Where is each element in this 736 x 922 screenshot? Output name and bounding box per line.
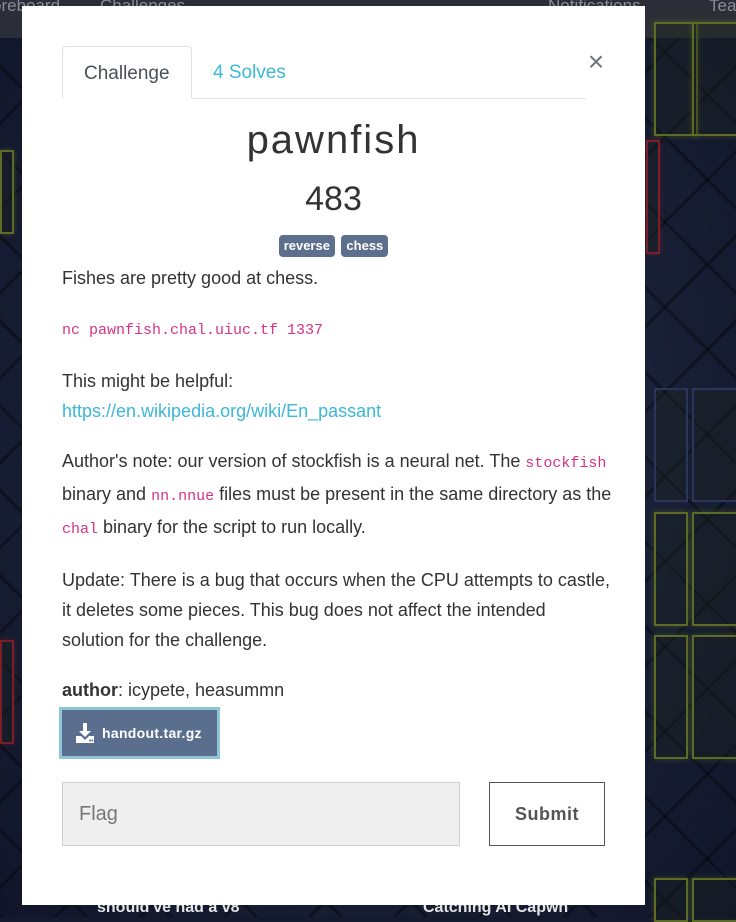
author-note: Author's note: our version of stockfish … — [62, 446, 612, 545]
background-tile — [654, 635, 688, 759]
challenge-name: pawnfish — [246, 118, 421, 162]
author-label: author — [62, 680, 118, 700]
tag-reverse: reverse — [278, 235, 335, 257]
flag-input[interactable] — [62, 782, 460, 846]
background-tile — [654, 878, 688, 922]
note-text: binary for the script to run locally. — [98, 517, 366, 537]
author-value: : icypete, heasummn — [118, 680, 285, 700]
challenge-description: Fishes are pretty good at chess. nc pawn… — [62, 263, 612, 705]
code-nnue: nn.nnue — [151, 488, 215, 505]
author-line: author: icypete, heasummn — [62, 675, 612, 705]
wikipedia-link[interactable]: https://en.wikipedia.org/wiki/En_passant — [62, 401, 381, 421]
background-tile — [646, 140, 660, 254]
download-icon — [76, 723, 94, 743]
challenge-value: 483 — [305, 180, 362, 218]
download-file-name: handout.tar.gz — [102, 725, 202, 741]
submit-button[interactable]: Submit — [489, 782, 605, 846]
background-tile — [692, 512, 736, 626]
note-text: files must be present in the same direct… — [214, 484, 612, 504]
background-tile — [692, 878, 736, 922]
background-tile — [0, 640, 14, 744]
update-note: Update: There is a bug that occurs when … — [62, 570, 610, 650]
note-text: Author's note: our version of stockfish … — [62, 451, 526, 471]
tab-challenge[interactable]: Challenge — [62, 46, 192, 99]
background-tile — [692, 635, 736, 759]
close-icon[interactable]: × — [584, 48, 608, 76]
background-tile — [0, 150, 14, 234]
background-tile — [654, 512, 688, 626]
background-tile — [692, 22, 736, 136]
connection-command: nc pawnfish.chal.uiuc.tf 1337 — [62, 322, 324, 339]
challenge-modal: Challenge 4 Solves × pawnfish 483 revers… — [22, 6, 645, 905]
code-chal: chal — [62, 521, 99, 538]
background-tile — [692, 388, 736, 502]
challenge-tags: reverse chess — [22, 235, 645, 257]
modal-tabs: Challenge 4 Solves — [62, 46, 586, 99]
description-intro: Fishes are pretty good at chess. — [62, 268, 319, 288]
helpful-text: This might be helpful: — [62, 371, 234, 391]
code-stockfish: stockfish — [525, 455, 607, 472]
background-tile — [654, 388, 688, 502]
nav-item-teams: Tea — [709, 0, 736, 15]
note-text: binary and — [62, 484, 152, 504]
tab-solves[interactable]: 4 Solves — [192, 46, 307, 98]
download-file-button[interactable]: handout.tar.gz — [59, 707, 220, 759]
tag-chess: chess — [341, 235, 389, 257]
